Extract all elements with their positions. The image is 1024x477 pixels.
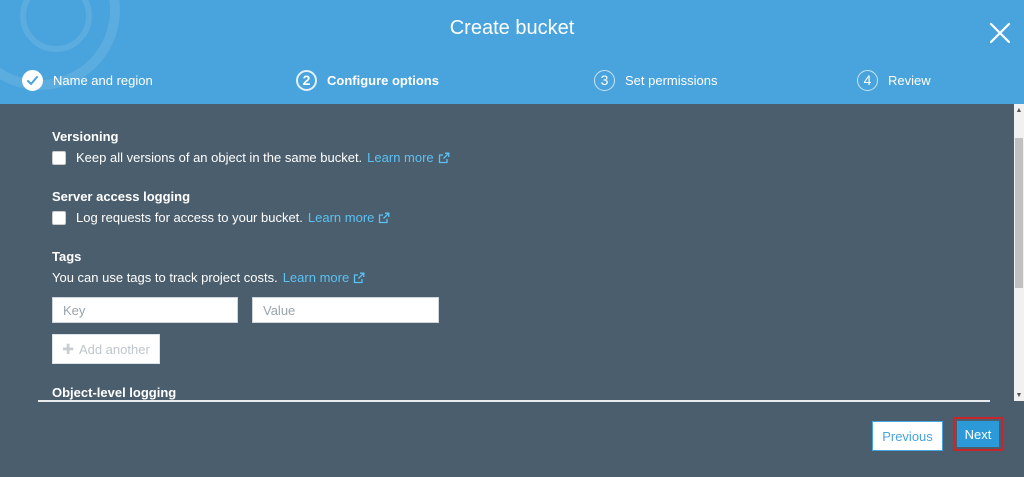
modal-header: Create bucket Name and region 2 Configur… — [0, 0, 1024, 104]
versioning-title: Versioning — [52, 129, 119, 144]
step-review[interactable]: 4 Review — [857, 66, 931, 94]
logging-row: Log requests for access to your bucket. … — [52, 210, 390, 225]
previous-button[interactable]: Previous — [872, 421, 943, 451]
scroll-down-arrow-icon[interactable]: ▼ — [1014, 389, 1024, 401]
versioning-checkbox[interactable] — [52, 150, 66, 165]
close-icon[interactable] — [986, 19, 1014, 47]
step-name-and-region[interactable]: Name and region — [22, 66, 153, 94]
logging-learn-more-link[interactable]: Learn more — [308, 210, 390, 225]
link-text: Learn more — [367, 150, 434, 165]
vertical-scrollbar[interactable]: ▲ ▼ — [1014, 104, 1024, 401]
modal-title: Create bucket — [449, 17, 575, 39]
step-label: Configure options — [327, 72, 439, 88]
logging-text: Log requests for access to your bucket. — [76, 210, 303, 225]
logging-checkbox[interactable] — [52, 210, 66, 225]
object-logging-title: Object-level logging — [52, 385, 177, 400]
check-icon — [22, 69, 43, 91]
next-button[interactable]: Next — [957, 421, 999, 447]
step-number: 4 — [857, 69, 878, 91]
options-panel: Versioning Keep all versions of an objec… — [0, 104, 1014, 401]
step-configure-options[interactable]: 2 Configure options — [296, 66, 439, 94]
link-text: Learn more — [307, 210, 375, 225]
tags-title: Tags — [52, 249, 82, 264]
tag-value-input[interactable] — [252, 297, 439, 323]
versioning-text: Keep all versions of an object in the sa… — [76, 150, 363, 165]
add-another-label: Add another — [78, 341, 150, 357]
step-label: Name and region — [53, 72, 153, 88]
tag-key-input[interactable] — [52, 297, 238, 323]
step-number: 3 — [594, 69, 615, 91]
link-text: Learn more — [282, 270, 350, 285]
external-link-icon — [354, 272, 365, 283]
step-set-permissions[interactable]: 3 Set permissions — [594, 66, 717, 94]
content-divider — [38, 400, 990, 402]
plus-icon: ✚ — [62, 340, 74, 357]
add-another-button[interactable]: ✚ Add another — [52, 334, 160, 364]
logging-title: Server access logging — [52, 189, 191, 204]
versioning-learn-more-link[interactable]: Learn more — [367, 150, 450, 165]
tags-text: You can use tags to track project costs. — [52, 270, 278, 285]
step-label: Set permissions — [625, 72, 718, 88]
external-link-icon — [379, 212, 390, 223]
next-button-highlight: Next — [953, 417, 1003, 451]
step-label: Review — [888, 72, 931, 88]
versioning-row: Keep all versions of an object in the sa… — [52, 150, 450, 165]
tags-row: You can use tags to track project costs.… — [52, 270, 365, 285]
wizard-steps: Name and region 2 Configure options 3 Se… — [0, 66, 1024, 96]
step-number: 2 — [296, 69, 317, 91]
external-link-icon — [438, 152, 450, 163]
scroll-up-arrow-icon[interactable]: ▲ — [1014, 104, 1024, 116]
scroll-thumb[interactable] — [1015, 138, 1023, 288]
tags-learn-more-link[interactable]: Learn more — [283, 270, 365, 285]
